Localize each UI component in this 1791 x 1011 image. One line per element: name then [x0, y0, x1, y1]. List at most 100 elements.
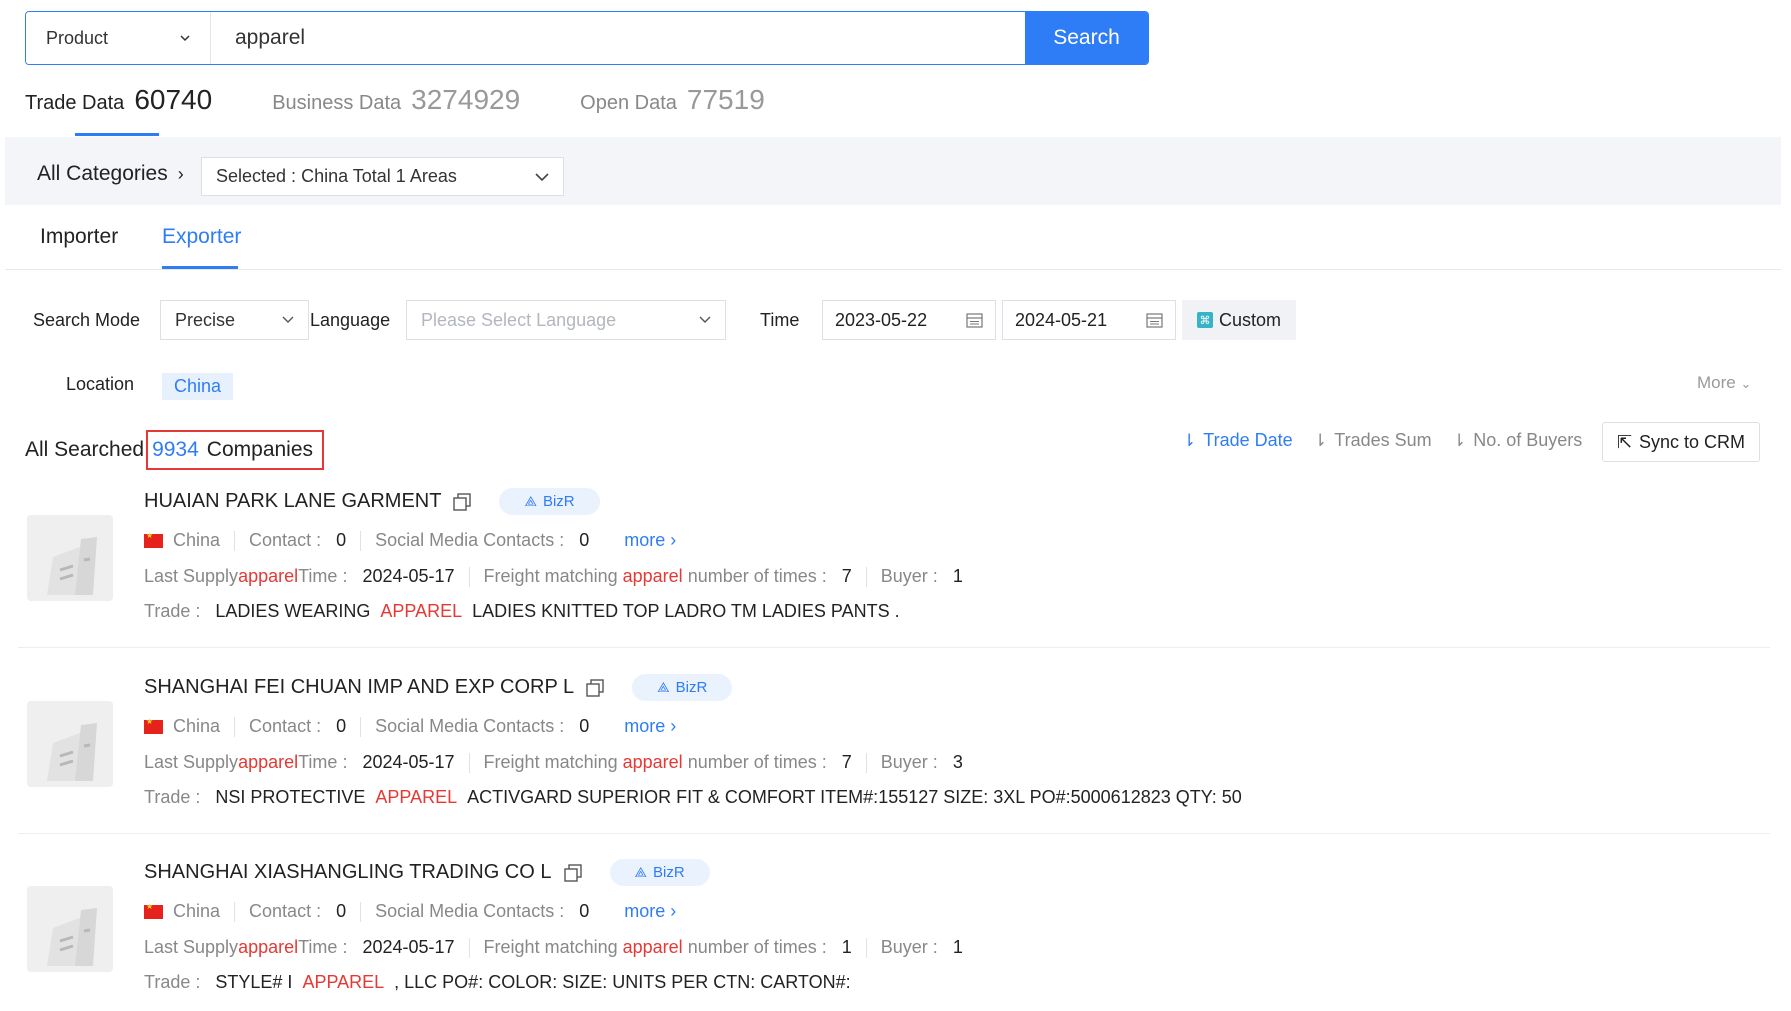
bizr-badge[interactable]: ⟁ BizR [609, 859, 710, 886]
sort-label: Trade Date [1203, 430, 1293, 450]
search-button[interactable]: Search [1025, 12, 1148, 64]
location-tag[interactable]: China [162, 373, 234, 400]
bizr-label: BizR [653, 864, 685, 881]
custom-label: Custom [1218, 309, 1281, 330]
buyer-label: Buyer : [880, 566, 938, 586]
company-card[interactable]: SHANGHAI XIASHANGLING TRADING CO L ⟁ BizR… [18, 833, 1770, 1011]
tab-importer[interactable]: Importer [40, 225, 118, 249]
trade-label: Trade : [144, 601, 201, 621]
time-label: Time [760, 310, 800, 330]
trade-label: Trade : [144, 787, 201, 807]
more-filters-label: More [1697, 373, 1736, 392]
divider [865, 752, 867, 773]
bizr-badge[interactable]: ⟁ BizR [632, 674, 733, 701]
search-type-label: Product [46, 27, 109, 48]
area-select-value: China Total 1 Areas [301, 166, 457, 186]
tab-label: Business Data [272, 92, 402, 114]
chevron-down-icon [699, 316, 711, 323]
trade-text-before: STYLE# I [215, 972, 293, 992]
bizr-label: BizR [542, 493, 575, 510]
company-card[interactable]: HUAIAN PARK LANE GARMENT ⟁ BizR China Con… [18, 462, 1770, 648]
copy-icon[interactable] [453, 492, 472, 511]
buyer-count: 3 [952, 752, 963, 772]
keyword-highlight: apparel [622, 937, 683, 957]
times-label: number of times : [687, 752, 827, 772]
sort-icon: ⇂ [1313, 430, 1328, 450]
company-name[interactable]: SHANGHAI XIASHANGLING TRADING CO L [144, 861, 552, 884]
results-count: 9934 [152, 438, 199, 461]
company-name[interactable]: SHANGHAI FEI CHUAN IMP AND EXP CORP L [144, 676, 574, 699]
sort-icon: ⇂ [1452, 430, 1467, 450]
company-name[interactable]: HUAIAN PARK LANE GARMENT [144, 490, 441, 513]
end-date-input[interactable]: 2024-05-21 [1002, 300, 1176, 340]
more-link[interactable]: more [624, 716, 665, 737]
trade-text-after: LADIES KNITTED TOP LADRO TM LADIES PANTS… [472, 601, 900, 621]
more-link[interactable]: more [624, 901, 665, 922]
divider [468, 752, 470, 773]
contact-label: Contact : [249, 716, 322, 736]
external-link-icon: ⇱ [1616, 431, 1633, 452]
copy-icon[interactable] [563, 863, 582, 882]
freight-times: 7 [841, 752, 852, 772]
divider [468, 937, 470, 958]
contact-count: 0 [336, 901, 347, 921]
all-categories-button[interactable]: All Categories › [37, 162, 184, 186]
building-icon [27, 886, 113, 972]
active-tab-indicator [75, 133, 159, 136]
more-link[interactable]: more [624, 530, 665, 551]
country-label: China [173, 716, 221, 736]
china-flag-icon [144, 531, 163, 548]
results-suffix: Companies [206, 438, 314, 461]
tab-open-data[interactable]: Open Data 77519 [580, 84, 765, 116]
times-label: number of times : [687, 937, 827, 957]
company-contact-row: China Contact : 0 Social Media Contacts … [144, 901, 676, 922]
sync-label: Sync to CRM [1639, 431, 1746, 452]
social-count: 0 [579, 716, 590, 736]
china-flag-icon [144, 717, 163, 734]
results-prefix: All Searched [25, 438, 145, 461]
custom-date-button[interactable]: ⌘ Custom [1182, 300, 1296, 340]
tab-label: Trade Data [25, 92, 125, 114]
start-date-input[interactable]: 2023-05-22 [822, 300, 996, 340]
last-supply-date: 2024-05-17 [362, 752, 455, 772]
search-mode-label: Search Mode [33, 310, 141, 330]
company-logo [27, 515, 113, 601]
chevron-right-icon[interactable]: › [665, 530, 676, 551]
bizr-badge[interactable]: ⟁ BizR [499, 488, 600, 515]
search-type-select[interactable]: Product [26, 12, 211, 64]
sort-icon: ⇂ [1182, 430, 1197, 450]
trade-keyword: APPAREL [302, 972, 385, 992]
calendar-icon [1146, 312, 1163, 328]
language-select[interactable]: Please Select Language [406, 300, 726, 340]
tab-exporter[interactable]: Exporter [162, 225, 241, 249]
active-tab-indicator [162, 266, 238, 269]
sort-trades-sum[interactable]: ⇂ Trades Sum [1313, 430, 1432, 451]
times-label: number of times : [687, 566, 827, 586]
chevron-right-icon[interactable]: › [665, 716, 676, 737]
chevron-right-icon[interactable]: › [665, 901, 676, 922]
tab-business-data[interactable]: Business Data 3274929 [272, 84, 520, 116]
command-icon: ⌘ [1196, 312, 1213, 328]
company-contact-row: China Contact : 0 Social Media Contacts … [144, 716, 676, 737]
buyer-label: Buyer : [880, 752, 938, 772]
company-name-row: HUAIAN PARK LANE GARMENT ⟁ BizR [144, 488, 600, 515]
copy-icon[interactable] [586, 678, 604, 697]
chevron-down-icon [535, 172, 549, 181]
keyword-highlight: apparel [622, 566, 683, 586]
contact-count: 0 [336, 716, 347, 736]
sync-to-crm-button[interactable]: ⇱ Sync to CRM [1602, 422, 1760, 462]
search-input[interactable] [211, 12, 1025, 64]
divider [865, 566, 867, 587]
keyword-highlight: apparel [238, 752, 299, 772]
tab-count: 3274929 [411, 84, 521, 115]
company-card[interactable]: SHANGHAI FEI CHUAN IMP AND EXP CORP L ⟁ B… [18, 648, 1770, 834]
area-select[interactable]: Selected : China Total 1 Areas [201, 157, 564, 196]
tab-trade-data[interactable]: Trade Data 60740 [25, 84, 212, 116]
sort-trade-date[interactable]: ⇂ Trade Date [1182, 430, 1293, 451]
freight-label: Freight matching [483, 752, 618, 772]
social-label: Social Media Contacts : [375, 716, 565, 736]
sort-no-of-buyers[interactable]: ⇂ No. of Buyers [1452, 430, 1582, 451]
more-filters-link[interactable]: More ⌄ [1697, 373, 1751, 393]
search-mode-select[interactable]: Precise [160, 300, 309, 340]
divider [360, 901, 362, 922]
